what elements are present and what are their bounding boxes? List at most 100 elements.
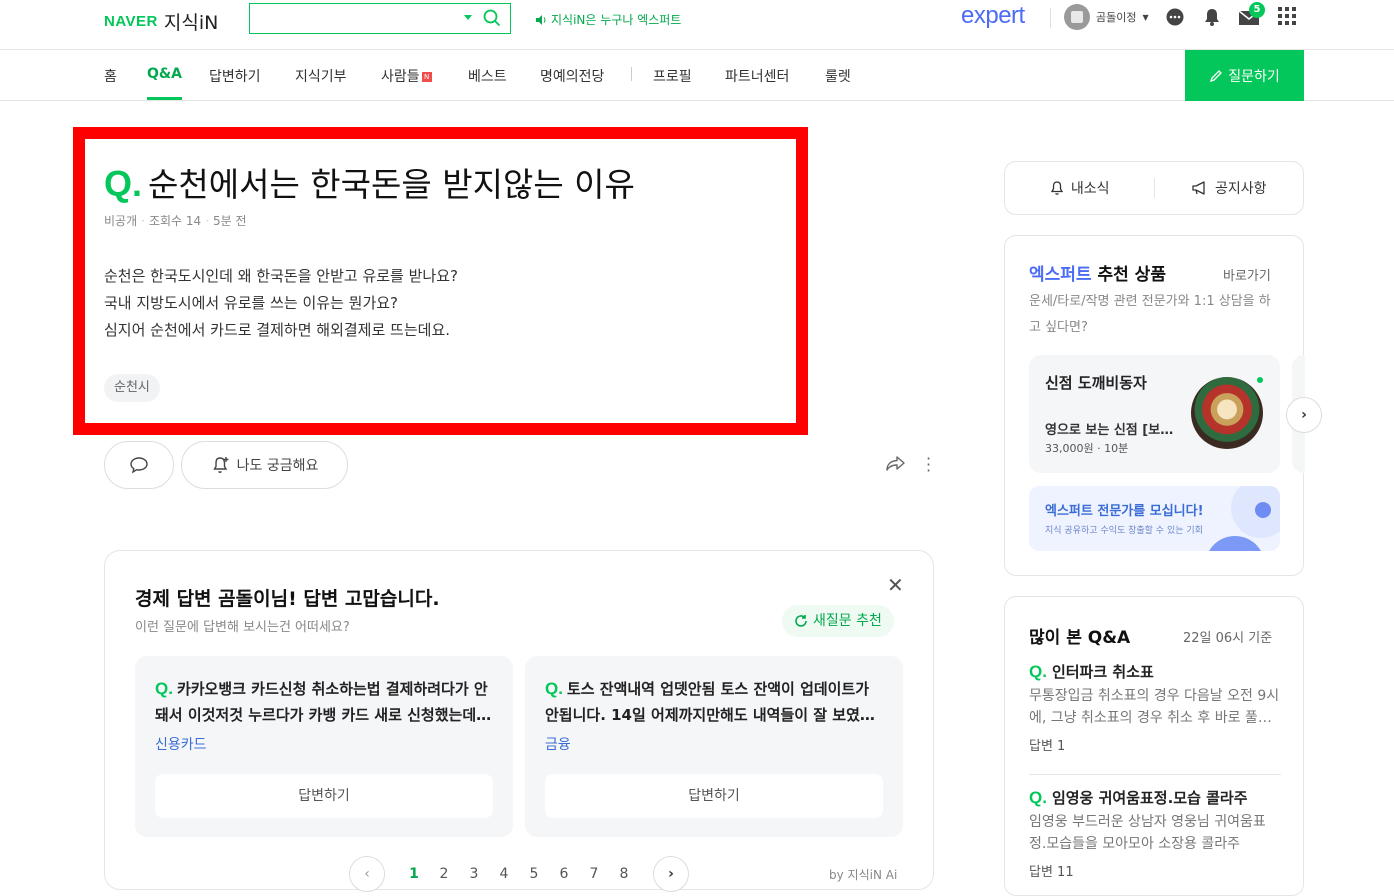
caret-down-icon[interactable]: ▼	[1142, 13, 1148, 22]
post-time: 5분 전	[213, 214, 247, 228]
page-number[interactable]: 5	[519, 866, 549, 882]
refresh-label: 새질문 추천	[813, 613, 882, 629]
product-desc: 영으로 보는 신점 [보름달 ...	[1045, 423, 1175, 438]
expert-product-card[interactable]: 신점 도깨비동자 영으로 보는 신점 [보름달 ... 33,000원 · 10…	[1029, 355, 1280, 473]
bell-plus-icon	[212, 457, 229, 473]
refresh-icon	[795, 615, 807, 627]
view-count: 조회수 14	[148, 214, 202, 228]
q-mark: Q.	[1029, 788, 1047, 807]
chat-icon[interactable]	[1165, 7, 1185, 27]
search-input[interactable]	[249, 3, 511, 34]
question-text: 토스 잔액내역 업뎃안됨 토스 잔액이 업데이트가 안됩니다. 14일 어제까지…	[545, 680, 874, 724]
body-line: 순천은 한국도시인데 왜 한국돈을 안받고 유로를 받나요?	[104, 267, 458, 285]
nav-partner[interactable]: 파트너센터	[725, 66, 789, 86]
chevron-down-icon[interactable]	[464, 15, 472, 20]
expert-logo[interactable]: expert	[961, 2, 1025, 30]
page-number[interactable]: 1	[399, 866, 429, 882]
new-badge: N	[421, 72, 432, 82]
avatar[interactable]	[1064, 4, 1090, 30]
expert-panel-title: 엑스퍼트 추천 상품	[1029, 260, 1166, 285]
ask-button-label: 질문하기	[1228, 68, 1280, 85]
close-icon[interactable]: ✕	[887, 573, 904, 597]
user-menu[interactable]: 곰돌이정 ▼	[1064, 4, 1149, 30]
nav-home[interactable]: 홈	[104, 66, 117, 86]
category-link[interactable]: 신용카드	[155, 734, 207, 754]
page-number[interactable]: 6	[549, 866, 579, 882]
nav-hall-of-fame[interactable]: 명예의전당	[540, 66, 604, 86]
category-link[interactable]: 금융	[545, 734, 571, 754]
product-price: 33,000원 · 10분	[1045, 442, 1129, 455]
top-bar: NAVER 지식iN 지식iN은 누구나 엑스퍼트 expert 곰돌이정 ▼ …	[0, 0, 1394, 50]
apps-grid-icon[interactable]	[1278, 7, 1296, 25]
pencil-icon	[1210, 69, 1223, 82]
online-indicator	[1257, 377, 1263, 383]
my-news-label: 내소식	[1070, 181, 1110, 197]
answer-button[interactable]: 답변하기	[155, 774, 493, 818]
notice-button[interactable]: 공지사항	[1155, 178, 1304, 198]
notice-label: 공지사항	[1214, 181, 1267, 197]
popular-item-title[interactable]: Q. 인터파크 취소표	[1029, 661, 1281, 683]
recommend-question-text[interactable]: Q. 카카오뱅크 카드신청 취소하는법 결제하려다가 안돼서 이것저것 누르다가 …	[155, 676, 495, 728]
answer-count: 답변 11	[1029, 865, 1074, 880]
question-title: Q. 순천에서는 한국돈을 받지않는 이유	[104, 158, 635, 206]
question-tag[interactable]: 순천시	[104, 374, 160, 402]
pagination: ‹ 1 2 3 4 5 6 7 8 ›	[349, 856, 689, 892]
more-options-icon[interactable]: · · ·	[926, 451, 931, 479]
curious-label: 나도 궁금해요	[236, 458, 319, 474]
body-line: 국내 지방도시에서 유로를 쓰는 이유는 뭔가요?	[104, 294, 399, 312]
expert-desc: 운세/타로/작명 관련 전문가와 1:1 상담을 하고 싶다면?	[1029, 294, 1271, 335]
jisikin-logo[interactable]: 지식iN	[164, 8, 218, 35]
page-number[interactable]: 2	[429, 866, 459, 882]
page-number[interactable]: 4	[489, 866, 519, 882]
banner-title: 엑스퍼트 전문가를 모십니다!	[1045, 504, 1204, 519]
refresh-recommend-button[interactable]: 새질문 추천	[782, 605, 894, 637]
prev-page-icon[interactable]: ‹	[349, 856, 385, 892]
search-icon[interactable]	[482, 8, 502, 28]
curious-button[interactable]: 나도 궁금해요	[181, 441, 348, 489]
expert-recruit-banner[interactable]: 엑스퍼트 전문가를 모십니다! 지식 공유하고 수익도 창출할 수 있는 기회	[1029, 486, 1280, 551]
slogan-link[interactable]: 지식iN은 누구나 엑스퍼트	[535, 11, 681, 28]
banner-subtitle: 지식 공유하고 수익도 창출할 수 있는 기회	[1045, 526, 1203, 536]
popular-timestamp: 22일 06시 기준	[1183, 631, 1273, 646]
product-name: 신점 도깨비동자	[1045, 374, 1147, 392]
slogan-text: 지식iN은 누구나 엑스퍼트	[551, 13, 682, 27]
popular-item-title[interactable]: Q. 임영웅 귀여움표정.모습 콜라주	[1029, 787, 1281, 809]
comment-button[interactable]	[104, 441, 174, 489]
expert-recommend-panel: 엑스퍼트 추천 상품 바로가기 운세/타로/작명 관련 전문가와 1:1 상담을…	[1004, 235, 1322, 576]
recommend-question-text[interactable]: Q. 토스 잔액내역 업뎃안됨 토스 잔액이 업데이트가 안됩니다. 14일 어제…	[545, 676, 885, 728]
nav-profile[interactable]: 프로필	[653, 66, 692, 86]
bell-icon	[1050, 181, 1064, 195]
recommend-panel: 경제 답변 곰돌이님! 답변 고맙습니다. 이런 질문에 답변해 보시는건 어떠…	[104, 550, 934, 892]
speaker-icon	[536, 14, 546, 25]
page-number[interactable]: 8	[609, 866, 639, 882]
nav-donate[interactable]: 지식기부	[295, 66, 347, 86]
page-number[interactable]: 3	[459, 866, 489, 882]
expert-shortcut-link[interactable]: 바로가기	[1223, 265, 1271, 284]
user-name[interactable]: 곰돌이정	[1096, 9, 1136, 25]
naver-logo[interactable]: NAVER	[104, 13, 158, 30]
popular-item[interactable]: Q. 인터파크 취소표 무통장입금 취소표의 경우 다음날 오전 9시에, 그냥 …	[1029, 661, 1281, 754]
my-news-button[interactable]: 내소식	[1005, 178, 1154, 198]
nav-best[interactable]: 베스트	[468, 66, 507, 86]
recommend-question-card[interactable]: Q. 토스 잔액내역 업뎃안됨 토스 잔액이 업데이트가 안됩니다. 14일 어제…	[525, 656, 903, 837]
popular-item[interactable]: Q. 임영웅 귀여움표정.모습 콜라주 임영웅 부드러운 상남자 영웅님 귀여움표…	[1029, 787, 1281, 880]
next-page-icon[interactable]: ›	[653, 856, 689, 892]
answer-count: 답변 1	[1029, 739, 1066, 754]
expert-title-brand: 엑스퍼트	[1029, 265, 1092, 285]
naver-jisikin-logo[interactable]: NAVER 지식iN	[104, 8, 218, 35]
popular-item-title-text: 인터파크 취소표	[1051, 663, 1154, 681]
bell-icon[interactable]	[1202, 7, 1222, 27]
recommend-question-card[interactable]: Q. 카카오뱅크 카드신청 취소하는법 결제하려다가 안돼서 이것저것 누르다가 …	[135, 656, 513, 837]
share-icon[interactable]	[884, 454, 906, 474]
main-nav: 홈 Q&A 답변하기 지식기부 사람들 N 베스트 명예의전당 프로필 파트너센터…	[0, 50, 1394, 101]
q-mark: Q.	[545, 679, 563, 698]
answer-button[interactable]: 답변하기	[545, 774, 883, 818]
nav-answer[interactable]: 답변하기	[209, 66, 261, 86]
expert-title-rest: 추천 상품	[1097, 265, 1166, 285]
ask-question-button[interactable]: 질문하기	[1185, 50, 1304, 101]
carousel-next-icon[interactable]: ›	[1286, 397, 1322, 433]
nav-people[interactable]: 사람들 N	[381, 66, 432, 86]
page-number[interactable]: 7	[579, 866, 609, 882]
nav-roulette[interactable]: 룰렛	[825, 66, 851, 86]
nav-qna[interactable]: Q&A	[147, 66, 182, 100]
